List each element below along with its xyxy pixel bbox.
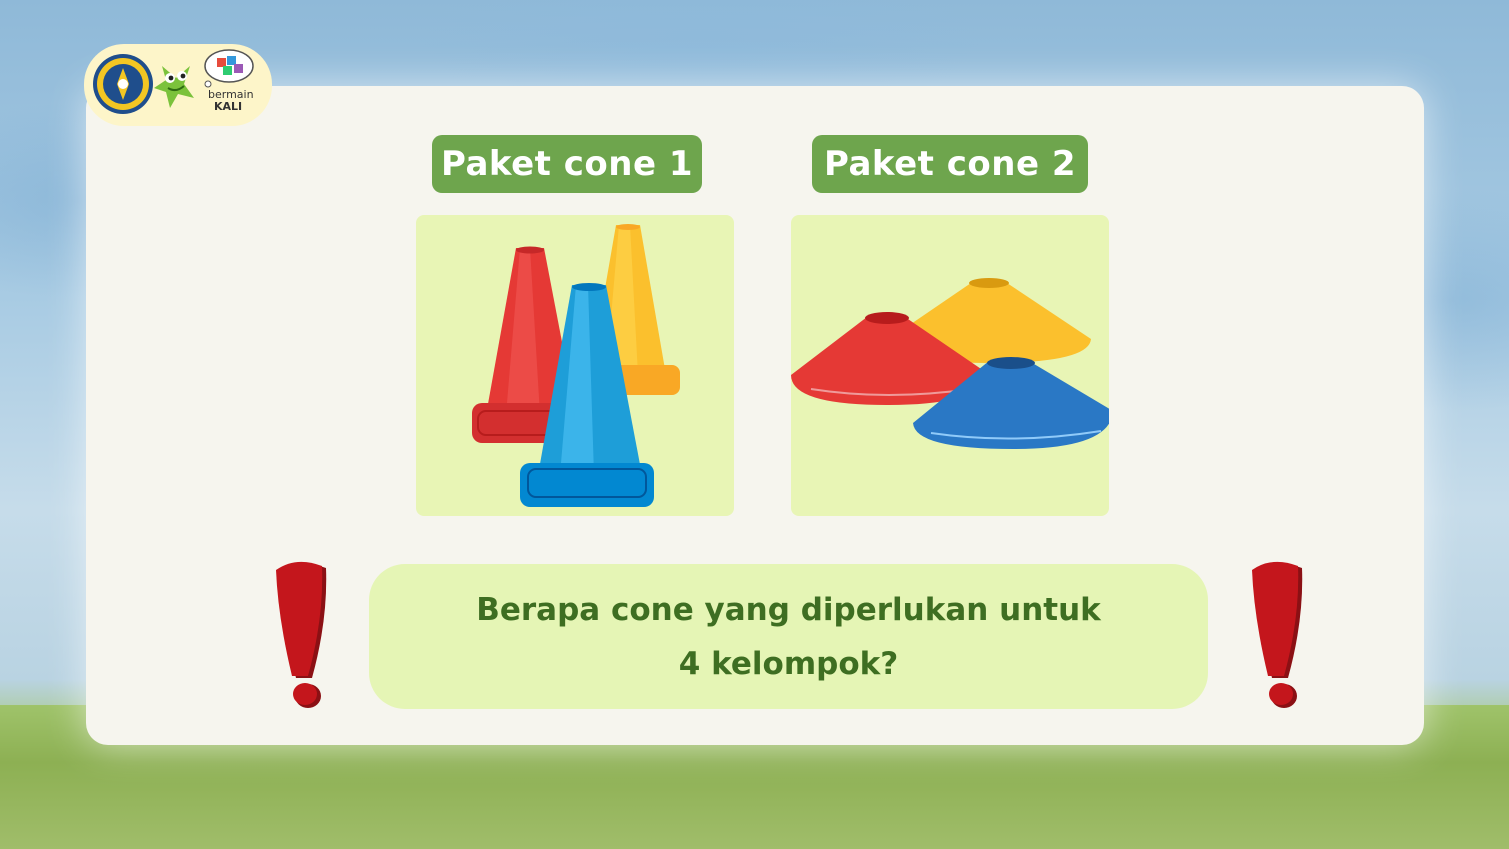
- package-1-title: Paket cone 1: [432, 135, 702, 193]
- package-2-image: [791, 215, 1109, 516]
- package-2-title: Paket cone 2: [812, 135, 1088, 193]
- exclamation-left-icon: [276, 561, 327, 708]
- question-box: Berapa cone yang diperlukan untuk 4 kelo…: [369, 564, 1208, 709]
- thought-bubble-icon: [204, 49, 254, 88]
- logo-text-kali: KALI: [214, 100, 242, 113]
- disc-cones-illustration: [791, 278, 1109, 449]
- exclamation-right-icon: [1252, 561, 1303, 708]
- logo-icons: bermain KALI: [93, 49, 254, 114]
- question-line-1: Berapa cone yang diperlukan untuk: [476, 591, 1101, 628]
- package-1-image: [416, 215, 734, 516]
- tall-cones-illustration: [472, 224, 680, 507]
- ministry-seal-icon: [93, 54, 153, 114]
- question-line-2: 4 kelompok?: [678, 645, 899, 682]
- logo-badge: bermain KALI: [84, 44, 272, 126]
- mascot-icon: [154, 66, 194, 108]
